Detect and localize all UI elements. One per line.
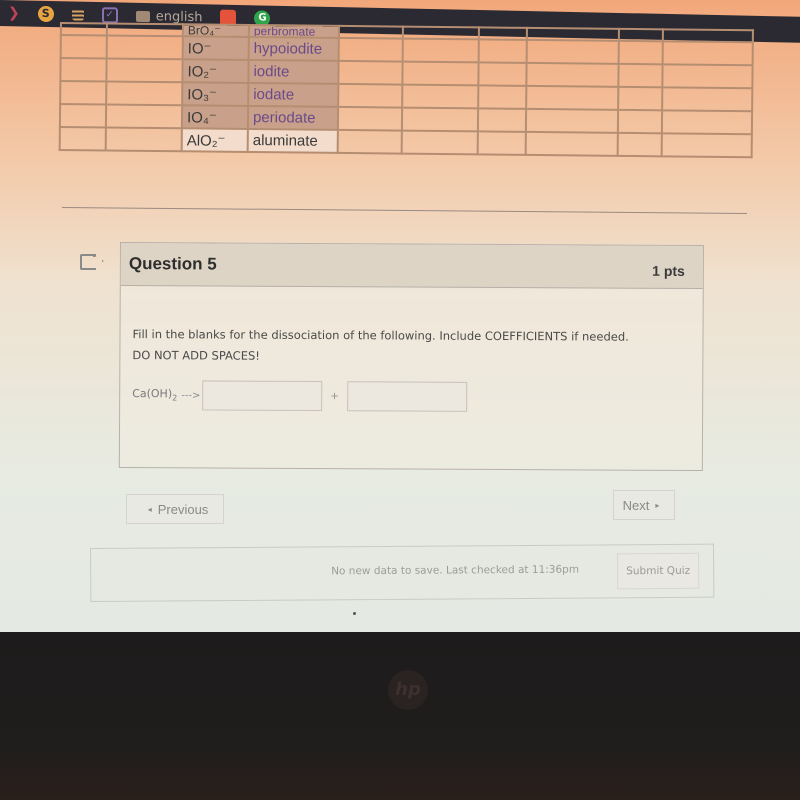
ion-formula: IO₃⁻ xyxy=(182,82,249,106)
screen: ❯ S ✓ english G BrO₄⁻ perbromate IO⁻ hyp… xyxy=(0,0,800,632)
ion-formula: AlO₂⁻ xyxy=(181,128,248,152)
question-text-line2: DO NOT ADD SPACES! xyxy=(132,348,260,363)
question-title: Question 5 xyxy=(128,254,217,274)
bookmark-s[interactable]: S xyxy=(37,5,54,23)
bookmark-grid[interactable] xyxy=(71,8,84,21)
question-header: Question 5 1 pts xyxy=(120,243,703,290)
answer-row: Ca(OH)2 ---> + xyxy=(132,380,690,413)
mouse-cursor xyxy=(353,612,356,615)
question-text: Fill in the blanks for the dissociation … xyxy=(132,324,690,369)
ion-name: iodite xyxy=(248,59,339,84)
question-text-line1: Fill in the blanks for the dissociation … xyxy=(132,327,629,344)
submit-bar: No new data to save. Last checked at 11:… xyxy=(90,543,715,602)
next-label: Next xyxy=(622,497,650,513)
ion-name: iodate xyxy=(248,82,339,107)
save-status-text: No new data to save. Last checked at 11:… xyxy=(331,563,580,578)
plus-sign: + xyxy=(330,390,339,402)
ion-name: perbromate xyxy=(248,24,339,38)
folder-icon xyxy=(135,10,150,22)
question-points: 1 pts xyxy=(652,262,685,279)
chevron-left-icon: ◂ xyxy=(147,504,152,514)
answer-blank-2[interactable] xyxy=(346,381,467,412)
previous-label: Previous xyxy=(157,501,209,517)
chevron-right-icon: ▸ xyxy=(655,500,660,510)
reactant-formula: Ca(OH)2 xyxy=(132,387,177,402)
next-button[interactable]: Next ▸ xyxy=(613,490,675,520)
formula-subscript: 2 xyxy=(172,393,178,403)
pocket-icon[interactable]: ❯ xyxy=(8,5,20,21)
ion-formula: IO₂⁻ xyxy=(182,59,249,83)
flag-question-icon[interactable] xyxy=(80,254,96,270)
checkbox-icon: ✓ xyxy=(101,7,118,24)
submit-quiz-button[interactable]: Submit Quiz xyxy=(617,552,700,590)
grid-icon xyxy=(71,8,84,21)
ion-formula: IO₄⁻ xyxy=(181,105,249,129)
laptop-bezel xyxy=(0,632,800,800)
question-body: Fill in the blanks for the dissociation … xyxy=(120,286,703,413)
question-card: Question 5 1 pts Fill in the blanks for … xyxy=(118,242,704,472)
ion-name: aluminate xyxy=(247,128,338,153)
bookmark-check[interactable]: ✓ xyxy=(101,7,118,24)
reaction-arrow: ---> xyxy=(181,389,201,401)
previous-button[interactable]: ◂ Previous xyxy=(126,494,224,524)
formula-main: Ca(OH) xyxy=(132,387,173,401)
section-divider xyxy=(62,207,747,214)
answer-blank-1[interactable] xyxy=(202,380,323,412)
ion-name: hypoiodite xyxy=(248,36,339,61)
ion-formula: IO⁻ xyxy=(182,36,249,60)
hp-logo: hp xyxy=(388,670,428,710)
polyatomic-ion-table: BrO₄⁻ perbromate IO⁻ hypoiodite IO₂⁻ iod… xyxy=(59,22,754,158)
ion-formula: BrO₄⁻ xyxy=(182,24,249,37)
ion-name: periodate xyxy=(247,105,339,130)
s-circle-icon: S xyxy=(37,5,54,23)
